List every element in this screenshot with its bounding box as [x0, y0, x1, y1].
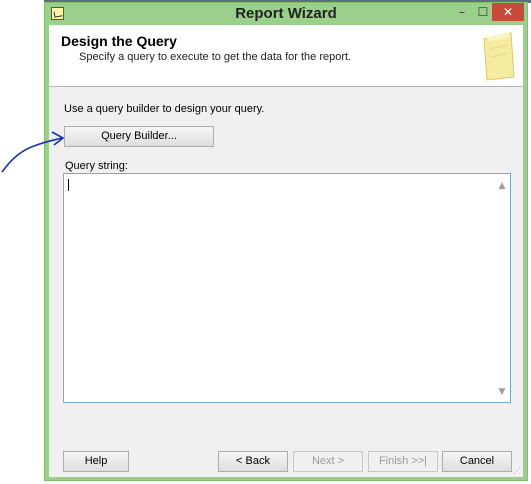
- text-caret: [68, 179, 69, 191]
- query-string-input[interactable]: ▲ ▼: [63, 173, 511, 403]
- title-bar[interactable]: Report Wizard – ☐ ✕: [45, 3, 527, 25]
- report-wizard-window: Report Wizard – ☐ ✕ Design the Query Spe…: [44, 2, 528, 481]
- wizard-client-area: Design the Query Specify a query to exec…: [49, 25, 523, 477]
- query-string-label: Query string:: [65, 160, 128, 172]
- help-button[interactable]: Help: [63, 451, 129, 472]
- scroll-down-icon[interactable]: ▼: [497, 387, 507, 397]
- back-button[interactable]: < Back: [218, 451, 288, 472]
- annotation-arrow-icon: [1, 131, 65, 173]
- minimize-button[interactable]: –: [453, 3, 471, 21]
- wizard-page-icon: [483, 32, 515, 81]
- page-title: Design the Query: [61, 33, 177, 49]
- wizard-header: Design the Query Specify a query to exec…: [49, 25, 523, 87]
- query-builder-instruction: Use a query builder to design your query…: [64, 103, 265, 115]
- close-button[interactable]: ✕: [492, 3, 524, 21]
- resize-grip-icon[interactable]: ⋰: [513, 466, 521, 475]
- finish-button[interactable]: Finish >>|: [368, 451, 438, 472]
- page-subtitle: Specify a query to execute to get the da…: [79, 51, 352, 63]
- scroll-up-icon[interactable]: ▲: [497, 181, 507, 191]
- maximize-button[interactable]: ☐: [474, 3, 492, 21]
- cancel-button[interactable]: Cancel: [442, 451, 512, 472]
- query-builder-button[interactable]: Query Builder...: [64, 126, 214, 147]
- next-button[interactable]: Next >: [293, 451, 363, 472]
